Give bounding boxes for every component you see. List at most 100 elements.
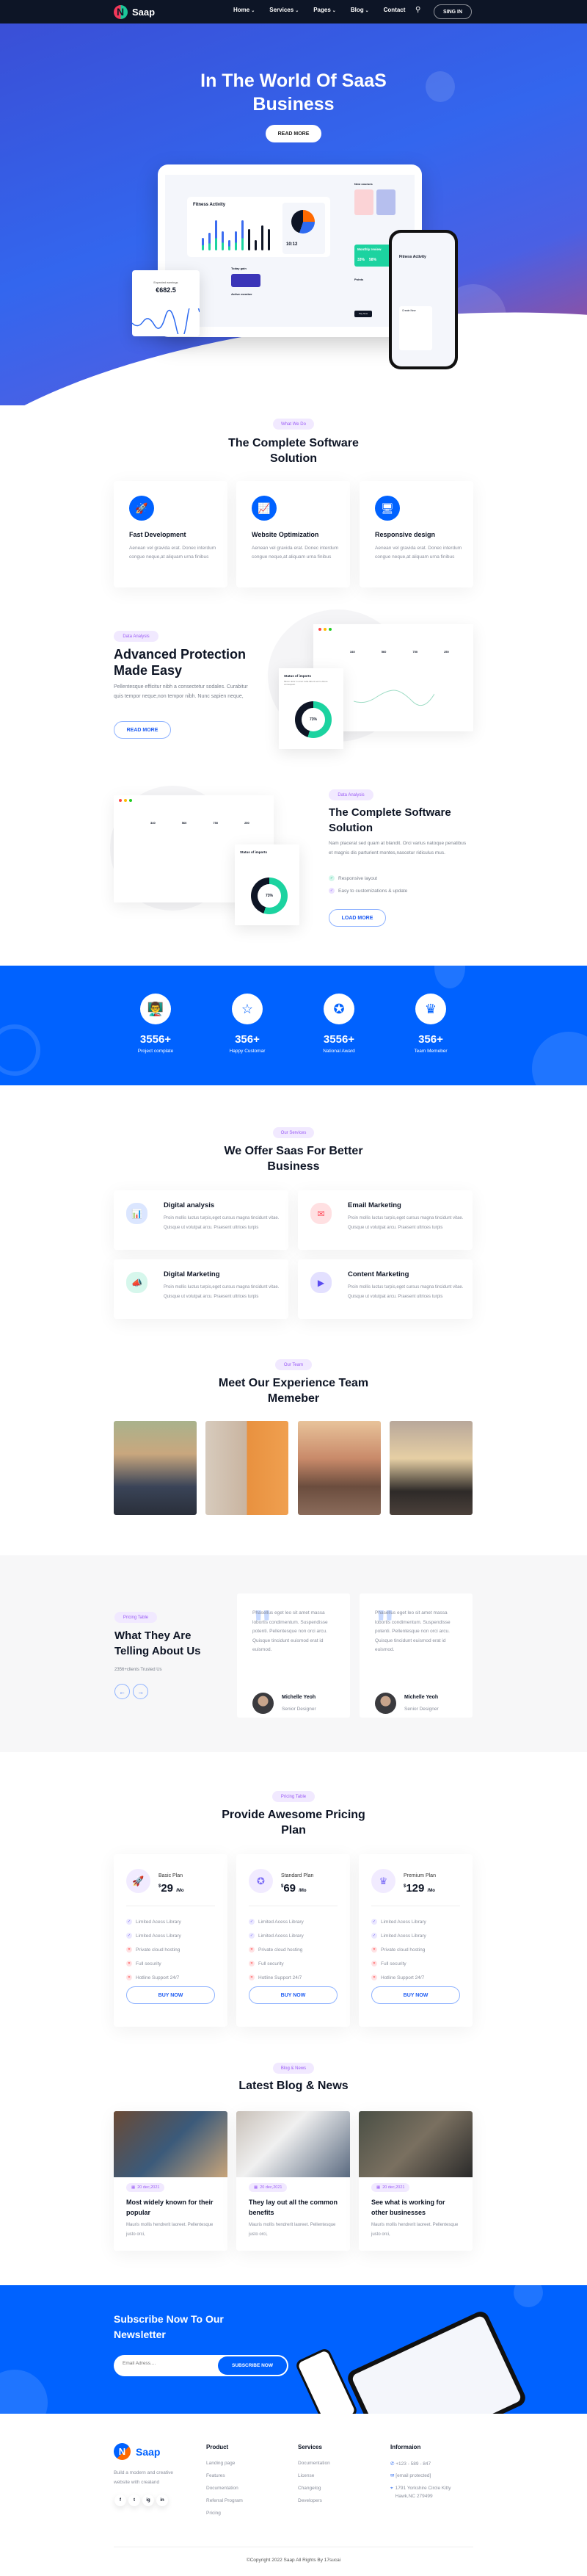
feature-label: Private cloud hosting [136,1947,181,1953]
team-member-photo[interactable] [298,1421,381,1515]
stat: 750 [412,650,418,654]
donut-chart: 73% [251,878,288,914]
load-more-button[interactable]: LOAD MORE [329,909,386,927]
footer-link[interactable]: Documentation [206,2486,238,2491]
status-title: Status of imports [240,850,268,854]
buy-now-button[interactable]: BUY NOW [371,1986,460,2004]
nav-blog[interactable]: Blog ⌄ [351,7,369,13]
brand-name: Saap [136,2445,161,2458]
instagram-icon[interactable]: ig [142,2494,154,2506]
footer-link[interactable]: Changelog [298,2486,321,2491]
date-text: 20 dec,2021 [260,2185,282,2190]
blog-image[interactable] [359,2111,473,2177]
date-text: 20 dec,2021 [137,2185,160,2190]
decor-bubble [0,2370,48,2414]
pricing-card: ♛ Premium Plan $129 /Mo ✓ Limited Acess Libr… [359,1854,473,2027]
footer-link[interactable]: Features [206,2473,225,2478]
nav-home[interactable]: Home ⌄ [233,7,255,13]
nav-label: Pages [313,7,331,13]
footer-phone: ✆ +123 - 589 - 847 [390,2461,431,2467]
blog-title[interactable]: See what is working for other businesses [371,2197,463,2218]
plan-feature: ✓ Limited Acess Library [371,1919,426,1925]
search-icon[interactable]: ⚲ [415,6,420,14]
stat: 560 [381,650,387,654]
stat-label: National Award [323,1049,355,1054]
read-more-button[interactable]: READ MORE [266,125,321,142]
pricing-card: ✪ Standard Plan $69 /Mo ✓ Limited Acess Libr… [236,1854,350,2027]
plan-feature: ✓ Limited Acess Library [249,1933,304,1939]
footer-link[interactable]: Developers [298,2498,322,2503]
nav-label: Blog [350,7,364,13]
team-member-photo[interactable] [390,1421,473,1515]
service-text: Proin mollis luctus turpis,eget cursus m… [164,1285,280,1299]
buy-now-button[interactable]: BUY NOW [126,1986,215,2004]
check-icon: ✓ [126,1933,132,1939]
blog-title[interactable]: Most widely known for their popular [126,2197,218,2218]
date-text: 20 dec,2021 [382,2185,405,2190]
plan-feature: ✕ Full security [371,1961,406,1967]
plan-feature: ✕ Hotline Support 24/7 [371,1975,424,1980]
section-title: Provide Awesome Pricing Plan [222,1809,365,1837]
plan-feature: ✓ Limited Acess Library [126,1933,181,1939]
footer-link[interactable]: Landing page [206,2461,235,2466]
next-arrow-icon[interactable]: → [133,1684,148,1699]
section-text: Nam placerat sed quam at blandit. Orci v… [329,841,467,855]
cross-icon: ✕ [126,1975,132,1980]
nav-contact[interactable]: Contact [384,7,406,13]
feature-label: Full security [258,1961,284,1967]
stat-label: Project complate [137,1049,174,1054]
feature-label: Limited Acess Library [258,1919,304,1925]
team-member-photo[interactable] [114,1421,197,1515]
footer-link[interactable]: Referral Program [206,2498,243,2503]
price-value: 129 [406,1882,425,1895]
stat: 250 [444,650,449,654]
nav-pages[interactable]: Pages ⌄ [313,7,336,13]
course-thumb [354,189,373,215]
section-title: The Complete Software Solution [228,437,359,465]
plan-feature: ✕ Full security [249,1961,284,1967]
feature-card: 📈 Website Optimization Aenean vel gravida … [236,481,350,587]
blog-title[interactable]: They lay out all the common benefits [249,2197,340,2218]
email-input[interactable] [123,2361,211,2366]
stat: 340 [150,821,156,825]
blog-card[interactable]: ▦ 20 dec,2021 They lay out all the common … [236,2111,350,2251]
blog-card[interactable]: ▦ 20 dec,2021 Most widely known for their … [114,2111,227,2251]
price-period: /Mo [299,1889,307,1893]
presentation-icon: 👨‍🏫 [140,994,171,1024]
brand-logo[interactable]: Saap [114,5,155,19]
monthly-value: 33% [357,258,365,262]
subscribe-button[interactable]: SUBSCRIBE NOW [218,2356,287,2375]
linkedin-icon[interactable]: in [156,2494,168,2506]
section-tag: Our Services [273,1127,314,1138]
footer-link[interactable]: License [298,2473,314,2478]
chart-bar [202,238,204,250]
megaphone-icon: 📣 [126,1272,147,1293]
chart-bar [208,233,211,250]
section-text: Pellentesque efficitur nibh a consectetu… [114,684,248,699]
feature-card: 🖥 Responsive design Aenean vel gravida era… [360,481,473,587]
service-title: Content Marketing [348,1270,409,1278]
read-more-button[interactable]: READ MORE [114,721,171,739]
facebook-icon[interactable]: f [114,2494,126,2506]
card-text: Aenean vel gravida erat. Donec interdum … [252,546,339,560]
prev-arrow-icon[interactable]: ← [114,1684,130,1699]
sign-in-button[interactable]: SING IN [434,4,472,19]
blog-image[interactable] [114,2111,227,2177]
rocket-icon: 🚀 [129,496,154,521]
buy-now-button[interactable]: BUY NOW [249,1986,338,2004]
footer-link[interactable]: Documentation [298,2461,330,2466]
twitter-icon[interactable]: t [128,2494,140,2506]
stat: 340 [350,650,355,654]
footer-logo[interactable]: N Saap [114,2443,160,2460]
footer-link[interactable]: Pricing [206,2511,221,2516]
blog-card[interactable]: ▦ 20 dec,2021 See what is working for othe… [359,2111,473,2251]
logo-icon [114,5,128,19]
feature-label: Limited Acess Library [381,1933,426,1939]
create-new-card: Create New [399,306,432,350]
footer-address: ⌖ 1791 Yorkshire Circle Kitty Hawk,NC 279… [390,2484,460,2500]
footer-email[interactable]: ✉ [email protected] [390,2472,431,2478]
team-member-photo[interactable] [205,1421,288,1515]
nav-services[interactable]: Services ⌄ [269,7,299,13]
blog-image[interactable] [236,2111,350,2177]
card-text: Aenean vel gravida erat. Donec interdum … [375,546,462,560]
